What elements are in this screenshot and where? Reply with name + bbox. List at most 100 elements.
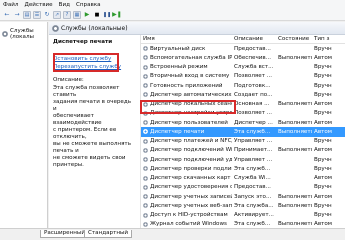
pause-service-icon[interactable]: ❚❚ [103,11,111,19]
service-gear-icon [143,221,148,227]
service-name: Диспетчер учетных записей безопас... [150,193,232,200]
service-name: Виртуальный диск [150,45,206,52]
column-status[interactable]: Состояние [276,36,312,42]
service-name-cell: Диспетчер автоматических подключ... [141,92,232,98]
properties-icon[interactable]: ▦ [73,10,81,19]
column-description[interactable]: Описание [232,36,276,42]
table-row[interactable]: Диспетчер учетных веб-записейЭта служба.… [141,201,345,210]
service-startup-type-cell: Вручн [314,138,332,145]
service-name: Диспетчер платежей и NFC/защищ... [150,138,232,145]
restart-service-icon[interactable]: ▶❚ [112,11,122,19]
service-gear-icon [143,138,148,144]
service-name-cell: Журнал событий Windows [141,221,232,227]
service-status-cell: Выполняется [278,193,312,200]
service-name: Диспетчер печати [150,128,205,135]
service-gear-icon [143,55,148,61]
services-gear-icon [52,24,59,32]
stop-service-icon[interactable]: ■ [93,11,101,19]
forward-icon[interactable]: → [13,11,21,19]
refresh-icon[interactable]: ↻ [43,11,51,19]
service-name-cell: Доступ к HID-устройствам [141,212,232,218]
service-gear-icon [143,147,148,153]
column-startup-type[interactable]: Тип з [312,36,345,42]
menu-bar: Файл Действие Вид Справка [0,0,345,9]
service-gear-icon [143,120,148,126]
service-name: Доступ к HID-устройствам [150,212,228,219]
table-row[interactable]: Диспетчер пользователей Диспетчер ... Выпо… [141,118,345,127]
service-description-cell: Предостав... [234,45,271,52]
tree-item-services[interactable]: Службы (локалы [0,27,47,40]
console-tree-icon[interactable]: ▤ [23,10,31,19]
table-row[interactable]: Диспетчер подключений WindowsПринимает..… [141,146,345,155]
service-startup-type-cell: Вручн [314,184,332,191]
selected-service-name: Диспетчер печати [53,39,113,45]
table-row[interactable]: Готовность приложений Подготовк... Вручн [141,81,345,90]
table-row[interactable]: Доступ к HID-устройствам Активирует... Вру… [141,211,345,220]
table-row[interactable]: Диспетчер скачанных карт Служба Wi... Авто… [141,174,345,183]
service-startup-type-cell: Вручн [314,64,332,71]
service-description-cell: Диспетчер ... [234,119,273,126]
service-status-cell: Выполняется [278,119,312,126]
start-service-icon[interactable]: ▶ [83,11,91,19]
service-description-cell: Эта служб... [234,165,271,172]
service-startup-type-cell: Автом [314,101,333,108]
console-tree: Службы (локалы [0,22,48,228]
service-name: Диспетчер проверки подлинности X... [150,165,232,172]
service-description-cell: Создает по... [234,91,273,98]
service-description-cell: Запуск это... [234,193,272,200]
service-startup-type-cell: Автом [314,221,333,228]
menu-file[interactable]: Файл [3,2,18,8]
service-startup-type-cell: Вручн [314,156,332,163]
service-status-cell: Выполняется [278,128,312,135]
tree-item-label: Службы (локалы [10,27,34,40]
table-row[interactable]: Диспетчер автоматических подключ...Созда… [141,90,345,99]
service-name-cell: Виртуальный диск [141,46,232,52]
service-description-cell: Активирует... [234,212,274,219]
help-icon[interactable]: ? [63,10,71,19]
table-row[interactable]: Диспетчер печати Эта служб... ВыполняетсяА… [141,127,345,137]
service-name: Диспетчер учетных веб-записей [150,202,232,209]
table-row[interactable]: Диспетчер подключений удаленного...Управ… [141,155,345,164]
service-description-cell: Управляет ... [234,138,273,145]
table-row[interactable]: Диспетчер удостоверения сетевых у...Пред… [141,183,345,192]
tab-extended[interactable]: Расширенный [40,230,89,238]
table-row[interactable]: Диспетчер платежей и NFC/защищ...Управля… [141,137,345,146]
table-row[interactable]: Диспетчер учетных записей безопас...Запу… [141,192,345,201]
table-row[interactable]: Виртуальный диск Предостав... Вручн [141,44,345,53]
service-name: Вспомогательная служба IP [150,54,232,61]
export-icon[interactable]: ↗ [53,10,61,19]
service-startup-type-cell: Автом [314,54,333,61]
menu-action[interactable]: Действие [24,2,52,8]
table-row[interactable]: Вторичный вход в систему Позволяет ... Вру… [141,72,345,81]
service-gear-icon [143,46,148,52]
service-name: Журнал событий Windows [150,221,227,228]
service-name-cell: Диспетчер скачанных карт [141,175,232,181]
back-icon[interactable]: ← [3,11,11,19]
service-startup-type-cell: Вручн [314,73,332,80]
service-status-cell: Выполняется [278,54,312,61]
service-description-cell: Эта служб... [234,221,271,228]
highlight-box-selected-row [140,100,236,114]
service-description-cell: Позволяет ... [234,110,273,117]
description-heading: Описание: [53,77,84,83]
menu-view[interactable]: Вид [59,2,70,8]
service-name-cell: Диспетчер подключений удаленного... [141,157,232,163]
service-startup-type-cell: Вручн [314,45,332,52]
service-name: Встроенный режим [150,64,208,71]
table-row[interactable]: Встроенный режим Служба вст... Вручн [141,63,345,72]
list-icon[interactable]: ☰ [33,10,41,19]
service-name-cell: Диспетчер учетных записей безопас... [141,194,232,200]
service-startup-type-cell: Автом [314,147,333,154]
table-row[interactable]: Вспомогательная служба IP Обеспечив... Вып… [141,53,345,62]
table-row[interactable]: Журнал событий Windows Эта служб... Выполн… [141,220,345,228]
service-description-cell: Основная ... [234,101,270,108]
service-name-cell: Диспетчер печати [141,129,232,135]
service-name: Диспетчер скачанных карт [150,175,231,182]
service-gear-icon [143,73,148,79]
column-name[interactable]: Имя [141,36,232,42]
table-header: Имя Описание Состояние Тип з [141,35,345,44]
service-gear-icon [143,83,148,89]
tab-standard[interactable]: Стандартный [84,230,133,238]
menu-help[interactable]: Справка [76,2,101,8]
table-row[interactable]: Диспетчер проверки подлинности X...Эта с… [141,164,345,173]
